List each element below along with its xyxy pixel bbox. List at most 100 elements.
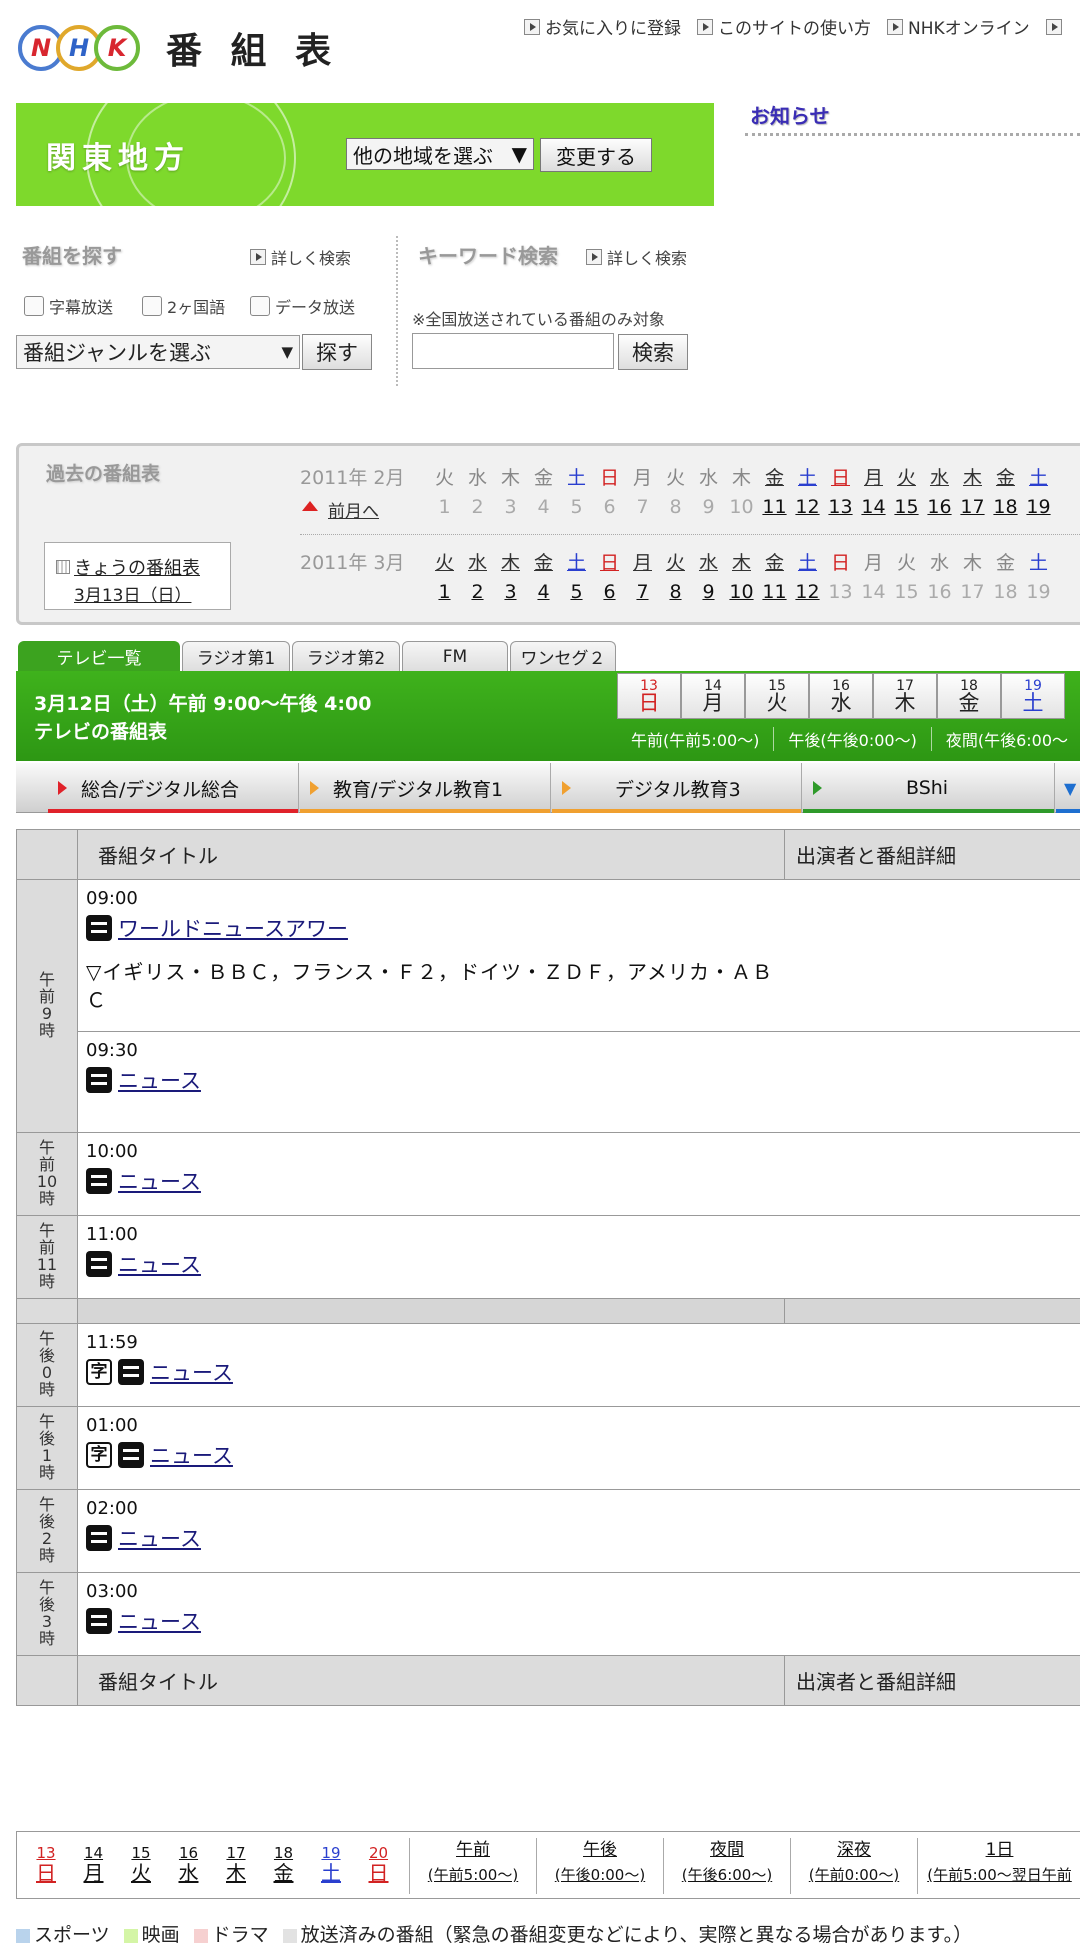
day-tab[interactable]: 15 火 <box>745 673 809 719</box>
period-am-link[interactable]: 午前(午前5:00〜) <box>617 727 775 751</box>
change-region-button[interactable]: 変更する <box>540 138 652 172</box>
bottom-day-link[interactable]: 18 金 <box>269 1846 299 1884</box>
keyword-search-button[interactable]: 検索 <box>618 334 688 370</box>
calendar-weekday[interactable]: 金 <box>527 548 560 575</box>
calendar-weekday[interactable]: 土 <box>791 463 824 490</box>
howto-link[interactable]: このサイトの使い方 <box>697 14 871 39</box>
data-broadcast-filter[interactable]: データ放送 <box>250 294 355 318</box>
day-tab[interactable]: 19 土 <box>1001 673 1065 719</box>
calendar-weekday[interactable]: 金 <box>758 463 791 490</box>
program-title-link[interactable]: ニュース <box>118 1065 201 1095</box>
bottom-period-link[interactable]: 深夜 (午前0:00〜) <box>790 1838 917 1894</box>
day-tab[interactable]: 14 月 <box>681 673 745 719</box>
today-date-link[interactable]: 3月13日（日） <box>74 581 191 606</box>
genre-search-button[interactable]: 探す <box>302 334 372 370</box>
bottom-day-link[interactable]: 13 日 <box>31 1846 61 1884</box>
calendar-day[interactable]: 13 <box>824 496 857 518</box>
prev-month-link[interactable]: 前月へ <box>302 497 379 522</box>
keyword-detail-search-link[interactable]: 詳しく検索 <box>586 245 687 269</box>
calendar-day[interactable]: 11 <box>758 581 791 603</box>
channel-kyouiku[interactable]: 教育/デジタル教育1 <box>300 763 551 813</box>
calendar-weekday[interactable]: 月 <box>857 463 890 490</box>
period-pm-link[interactable]: 午後(午後0:00〜) <box>774 727 932 751</box>
day-tab[interactable]: 18 金 <box>937 673 1001 719</box>
checkbox[interactable] <box>142 296 162 316</box>
calendar-day[interactable]: 12 <box>791 496 824 518</box>
bottom-period-link[interactable]: 午後 (午後0:00〜) <box>536 1838 663 1894</box>
today-link[interactable]: きょうの番組表 <box>56 554 200 580</box>
tab-radio2[interactable]: ラジオ第2 <box>292 641 400 671</box>
bottom-period-link[interactable]: 1日 (午前5:00〜翌日午前 <box>917 1838 1080 1894</box>
genre-select[interactable]: 番組ジャンルを選ぶ ▼ <box>16 335 300 369</box>
checkbox[interactable] <box>24 296 44 316</box>
program-title-link[interactable]: ワールドニュースアワー <box>118 913 348 943</box>
bottom-day-link[interactable]: 19 土 <box>316 1846 346 1884</box>
calendar-day[interactable]: 7 <box>626 581 659 603</box>
bottom-day-link[interactable]: 17 木 <box>221 1846 251 1884</box>
channel-bshi[interactable]: BShi <box>803 763 1055 813</box>
calendar-weekday[interactable]: 土 <box>560 548 593 575</box>
tab-tv[interactable]: テレビ一覧 <box>18 641 180 671</box>
bottom-day-link[interactable]: 14 月 <box>79 1846 109 1884</box>
nhk-online-link[interactable]: NHKオンライン <box>887 14 1030 39</box>
region-select[interactable]: 他の地域を選ぶ ▼ <box>346 138 534 170</box>
calendar-weekday[interactable]: 火 <box>428 548 461 575</box>
calendar-day[interactable]: 18 <box>989 496 1022 518</box>
calendar-weekday[interactable]: 日 <box>824 463 857 490</box>
calendar-day[interactable]: 19 <box>1022 496 1055 518</box>
channel-sougou[interactable]: 総合/デジタル総合 <box>48 763 299 813</box>
calendar-day[interactable]: 3 <box>494 581 527 603</box>
bilingual-filter[interactable]: 2ヶ国語 <box>142 294 225 318</box>
calendar-day[interactable]: 8 <box>659 581 692 603</box>
calendar-weekday[interactable]: 日 <box>593 548 626 575</box>
calendar-weekday[interactable]: 火 <box>890 463 923 490</box>
channel-more[interactable]: ▼ <box>1056 763 1080 813</box>
calendar-weekday[interactable]: 水 <box>461 548 494 575</box>
day-tab[interactable]: 13 日 <box>617 673 681 719</box>
bottom-period-link[interactable]: 夜間 (午後6:00〜) <box>663 1838 790 1894</box>
calendar-weekday[interactable]: 水 <box>923 463 956 490</box>
calendar-day[interactable]: 4 <box>527 581 560 603</box>
calendar-weekday[interactable]: 土 <box>791 548 824 575</box>
calendar-day[interactable]: 2 <box>461 581 494 603</box>
calendar-weekday[interactable]: 土 <box>1022 463 1055 490</box>
tab-oneseg[interactable]: ワンセグ２ <box>510 641 616 671</box>
program-title-link[interactable]: ニュース <box>118 1166 201 1196</box>
program-title-link[interactable]: ニュース <box>150 1440 233 1470</box>
program-title-link[interactable]: ニュース <box>150 1357 233 1387</box>
subtitle-filter[interactable]: 字幕放送 <box>24 294 113 318</box>
calendar-day[interactable]: 16 <box>923 496 956 518</box>
calendar-weekday[interactable]: 金 <box>989 463 1022 490</box>
channel-kyouiku3[interactable]: デジタル教育3 <box>552 763 802 813</box>
calendar-day[interactable]: 12 <box>791 581 824 603</box>
nhk-logo[interactable]: N H K 番 組 表 <box>18 22 339 74</box>
program-title-link[interactable]: ニュース <box>118 1249 201 1279</box>
calendar-weekday[interactable]: 月 <box>626 548 659 575</box>
calendar-day[interactable]: 10 <box>725 581 758 603</box>
calendar-weekday[interactable]: 火 <box>659 548 692 575</box>
period-night-link[interactable]: 夜間(午後6:00〜 <box>932 727 1080 751</box>
calendar-day[interactable]: 5 <box>560 581 593 603</box>
calendar-day[interactable]: 9 <box>692 581 725 603</box>
keyword-input[interactable] <box>412 333 614 369</box>
checkbox[interactable] <box>250 296 270 316</box>
program-detail-search-link[interactable]: 詳しく検索 <box>250 245 351 269</box>
bottom-period-link[interactable]: 午前 (午前5:00〜) <box>409 1838 536 1894</box>
favorite-link[interactable]: お気に入りに登録 <box>524 14 681 39</box>
tab-fm[interactable]: FM <box>402 641 508 671</box>
tab-radio1[interactable]: ラジオ第1 <box>182 641 290 671</box>
calendar-day[interactable]: 17 <box>956 496 989 518</box>
calendar-day[interactable]: 15 <box>890 496 923 518</box>
bottom-day-link[interactable]: 15 火 <box>126 1846 156 1884</box>
program-title-link[interactable]: ニュース <box>118 1523 201 1553</box>
calendar-day[interactable]: 1 <box>428 581 461 603</box>
bottom-day-link[interactable]: 16 水 <box>174 1846 204 1884</box>
more-link[interactable] <box>1045 14 1062 39</box>
calendar-weekday[interactable]: 木 <box>725 548 758 575</box>
day-tab[interactable]: 17 木 <box>873 673 937 719</box>
calendar-weekday[interactable]: 木 <box>494 548 527 575</box>
calendar-weekday[interactable]: 金 <box>758 548 791 575</box>
calendar-weekday[interactable]: 水 <box>692 548 725 575</box>
bottom-day-link[interactable]: 20 日 <box>364 1846 394 1884</box>
program-title-link[interactable]: ニュース <box>118 1606 201 1636</box>
